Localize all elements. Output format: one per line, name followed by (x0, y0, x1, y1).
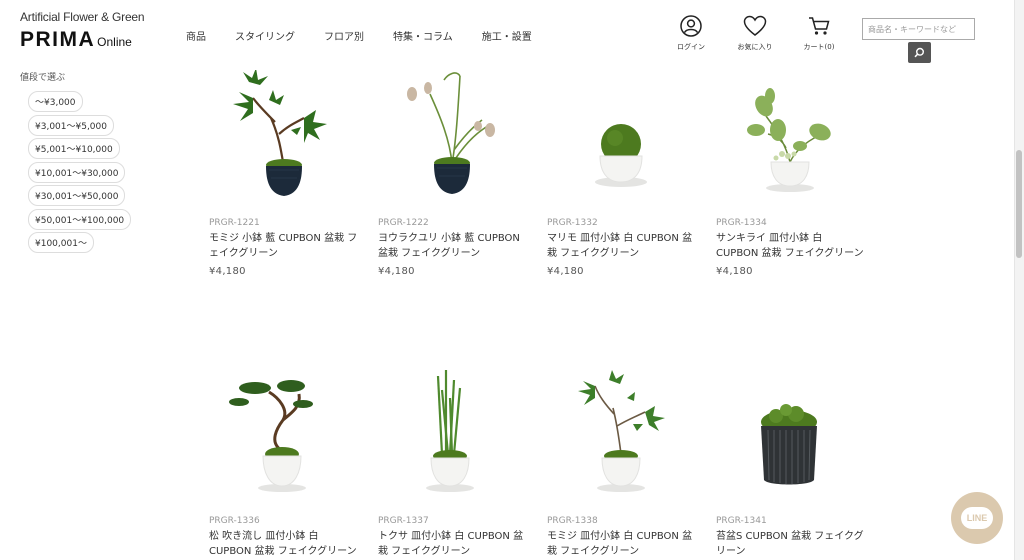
logo-wordmark: PRIMA Online (20, 28, 144, 52)
product-sku: PRGR-1332 (547, 218, 598, 228)
search-icon (914, 47, 924, 58)
product-card[interactable]: PRGR-1334 サンキライ 皿付小鉢 白 CUPBON 盆栽 フェイクグリー… (716, 70, 866, 277)
price-filter-title: 値段で選ぶ (20, 73, 66, 83)
cart-icon (809, 17, 830, 35)
price-filter-over-100001[interactable]: ¥100,001〜 (28, 232, 94, 253)
price-filter-under-3000[interactable]: 〜¥3,000 (28, 91, 83, 112)
logo-tagline: Artificial Flower & Green (20, 10, 145, 24)
favorites-button[interactable]: お気に入り (725, 15, 785, 52)
line-icon: LINE (961, 507, 993, 529)
product-image[interactable] (547, 368, 697, 508)
heart-icon (743, 15, 767, 36)
product-card[interactable]: PRGR-1341 苔盆S CUPBON 盆栽 フェイクグリーン (716, 368, 866, 559)
product-name[interactable]: マリモ 皿付小鉢 白 CUPBON 盆栽 フェイクグリーン (547, 231, 697, 261)
product-sku: PRGR-1334 (716, 218, 767, 228)
product-image[interactable] (378, 70, 528, 210)
product-image[interactable] (378, 368, 528, 508)
product-image[interactable] (209, 70, 359, 210)
logo-prima: PRIMA (20, 28, 96, 51)
product-name[interactable]: ヨウラクユリ 小鉢 藍 CUPBON 盆栽 フェイクグリーン (378, 231, 528, 261)
page-scrollbar-thumb[interactable] (1016, 150, 1022, 258)
product-name[interactable]: トクサ 皿付小鉢 白 CUPBON 盆栽 フェイクグリーン (378, 529, 528, 559)
user-circle-icon (680, 15, 702, 37)
product-name[interactable]: モミジ 小鉢 藍 CUPBON 盆栽 フェイクグリーン (209, 231, 359, 261)
price-filter-list: 〜¥3,000 ¥3,001〜¥5,000 ¥5,001〜¥10,000 ¥10… (28, 90, 132, 255)
login-button[interactable]: ログイン (661, 15, 721, 52)
product-price: ¥4,180 (547, 266, 584, 277)
nav-item-installation[interactable]: 施工・設置 (482, 28, 532, 43)
product-card[interactable]: PRGR-1338 モミジ 皿付小鉢 白 CUPBON 盆栽 フェイクグリーン (547, 368, 697, 559)
nav-item-features[interactable]: 特集・コラム (393, 28, 453, 43)
price-filter-50001-100000[interactable]: ¥50,001〜¥100,000 (28, 208, 132, 230)
product-name[interactable]: サンキライ 皿付小鉢 白 CUPBON 盆栽 フェイクグリーン (716, 231, 866, 261)
product-sku: PRGR-1337 (378, 516, 429, 526)
product-sku: PRGR-1221 (209, 218, 260, 228)
cart-button[interactable]: カート(0) (789, 15, 849, 52)
favorites-label: お気に入り (737, 43, 773, 51)
main-nav: 商品 スタイリング フロア別 特集・コラム 施工・設置 (186, 28, 561, 43)
logo-online: Online (97, 35, 132, 49)
page-scrollbar-track[interactable] (1014, 0, 1024, 560)
product-sku: PRGR-1341 (716, 516, 767, 526)
logo[interactable]: Artificial Flower & Green PRIMA Online (20, 10, 145, 52)
product-card[interactable]: PRGR-1222 ヨウラクユリ 小鉢 藍 CUPBON 盆栽 フェイクグリーン… (378, 70, 528, 277)
login-label: ログイン (677, 43, 705, 51)
search-input[interactable] (862, 18, 975, 40)
cart-label: カート(0) (803, 43, 835, 51)
nav-item-by-floor[interactable]: フロア別 (324, 28, 364, 43)
product-image[interactable] (716, 368, 866, 508)
product-card[interactable]: PRGR-1221 モミジ 小鉢 藍 CUPBON 盆栽 フェイクグリーン ¥4… (209, 70, 359, 277)
nav-item-styling[interactable]: スタイリング (235, 28, 295, 43)
price-filter-10001-30000[interactable]: ¥10,001〜¥30,000 (28, 161, 126, 183)
price-filter-5001-10000[interactable]: ¥5,001〜¥10,000 (28, 138, 120, 159)
product-sku: PRGR-1338 (547, 516, 598, 526)
site-header: Artificial Flower & Green PRIMA Online 商品… (0, 0, 1014, 70)
line-button[interactable]: LINE (951, 492, 1003, 544)
product-image[interactable] (209, 368, 359, 508)
product-image[interactable] (716, 70, 866, 210)
price-filter-30001-50000[interactable]: ¥30,001〜¥50,000 (28, 185, 126, 206)
product-price: ¥4,180 (209, 266, 246, 277)
product-name[interactable]: 松 吹き流し 皿付小鉢 白 CUPBON 盆栽 フェイクグリーン (209, 529, 359, 559)
product-sku: PRGR-1222 (378, 218, 429, 228)
product-name[interactable]: モミジ 皿付小鉢 白 CUPBON 盆栽 フェイクグリーン (547, 529, 697, 559)
product-sku: PRGR-1336 (209, 516, 260, 526)
nav-item-products[interactable]: 商品 (186, 28, 206, 43)
product-name[interactable]: 苔盆S CUPBON 盆栽 フェイクグリーン (716, 529, 866, 559)
product-card[interactable]: PRGR-1332 マリモ 皿付小鉢 白 CUPBON 盆栽 フェイクグリーン … (547, 70, 697, 277)
price-filter-3001-5000[interactable]: ¥3,001〜¥5,000 (28, 114, 114, 136)
product-price: ¥4,180 (716, 266, 753, 277)
search-button[interactable] (908, 42, 931, 63)
product-card[interactable]: PRGR-1337 トクサ 皿付小鉢 白 CUPBON 盆栽 フェイクグリーン (378, 368, 528, 559)
product-card[interactable]: PRGR-1336 松 吹き流し 皿付小鉢 白 CUPBON 盆栽 フェイクグリ… (209, 368, 359, 559)
product-price: ¥4,180 (378, 266, 415, 277)
product-image[interactable] (547, 70, 697, 210)
